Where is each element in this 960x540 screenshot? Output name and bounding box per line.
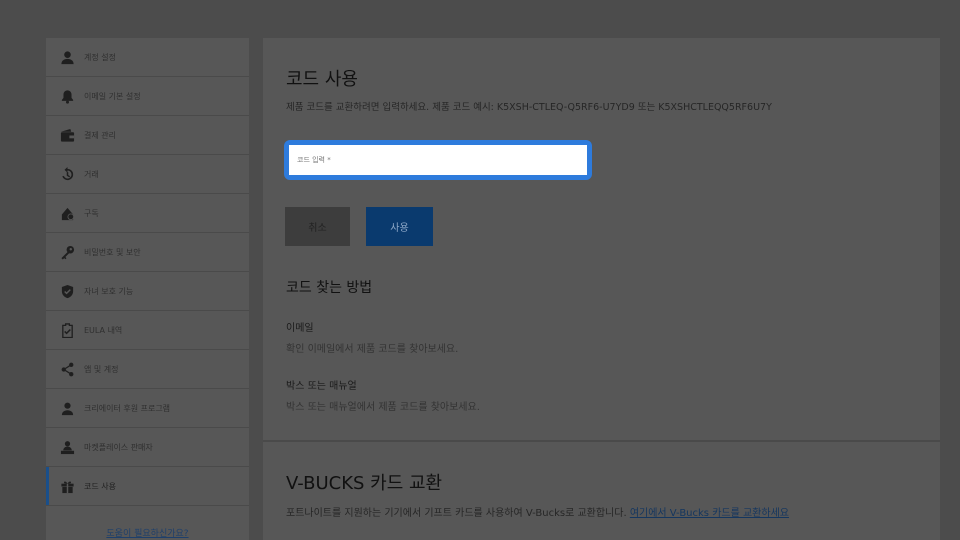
code-input[interactable]: [289, 145, 587, 175]
sidebar-item-label: 거래: [84, 169, 99, 179]
sidebar-item-subscriptions[interactable]: 구독: [46, 194, 249, 233]
share-icon: [58, 360, 76, 378]
key-icon: [58, 243, 76, 261]
person-icon: [58, 48, 76, 66]
sidebar-item-password-security[interactable]: 비밀번호 및 보안: [46, 233, 249, 272]
account-sidebar: 계정 설정 이메일 기본 설정 결제 관리 거래 구독 비밀번호 및 보안 자녀…: [46, 38, 249, 540]
vbucks-description: 포트나이트를 지원하는 기기에서 기프트 카드를 사용하여 V-Bucks로 교…: [286, 504, 789, 519]
vbucks-desc-text: 포트나이트를 지원하는 기기에서 기프트 카드를 사용하여 V-Bucks로 교…: [286, 508, 627, 519]
clipboard-check-icon: [58, 321, 76, 339]
cancel-button[interactable]: 취소: [285, 207, 350, 246]
sidebar-item-label: 크리에이터 후원 프로그램: [84, 403, 171, 413]
email-section-title: 이메일: [286, 323, 314, 334]
sidebar-item-transactions[interactable]: 거래: [46, 155, 249, 194]
sidebar-item-payment-management[interactable]: 결제 관리: [46, 116, 249, 155]
sidebar-item-label: 코드 사용: [84, 481, 116, 491]
sidebar-item-apps-accounts[interactable]: 앱 및 계정: [46, 350, 249, 389]
creator-icon: [58, 399, 76, 417]
vbucks-redeem-link[interactable]: 여기에서 V-Bucks 카드를 교환하세요: [630, 508, 789, 519]
sidebar-item-label: 구독: [84, 208, 99, 218]
sidebar-item-marketplace-seller[interactable]: 마켓플레이스 판매자: [46, 428, 249, 467]
sidebar-item-label: 앱 및 계정: [84, 364, 119, 374]
help-link[interactable]: 도움이 필요하신가요?: [46, 526, 249, 539]
seller-icon: [58, 438, 76, 456]
sidebar-item-redeem-code[interactable]: 코드 사용: [46, 467, 249, 506]
how-to-find-title: 코드 찾는 방법: [286, 280, 373, 296]
sidebar-item-label: EULA 내역: [84, 325, 123, 335]
section-divider: [263, 440, 940, 442]
sidebar-item-eula-history[interactable]: EULA 내역: [46, 311, 249, 350]
redeem-description: 제품 코드를 교환하려면 입력하세요. 제품 코드 예시: K5XSH-CTLE…: [286, 102, 772, 113]
sidebar-item-creator-program[interactable]: 크리에이터 후원 프로그램: [46, 389, 249, 428]
wallet-icon: [58, 126, 76, 144]
history-icon: [58, 165, 76, 183]
code-input-focus-ring: [284, 140, 592, 180]
sidebar-item-email-preferences[interactable]: 이메일 기본 설정: [46, 77, 249, 116]
email-section-desc: 확인 이메일에서 제품 코드를 찾아보세요.: [286, 344, 459, 355]
bell-icon: [58, 87, 76, 105]
shield-icon: [58, 282, 76, 300]
box-section-title: 박스 또는 매뉴얼: [286, 381, 357, 392]
box-section-desc: 박스 또는 매뉴얼에서 제품 코드를 찾아보세요.: [286, 402, 480, 413]
main-panel: 코드 사용 제품 코드를 교환하려면 입력하세요. 제품 코드 예시: K5XS…: [263, 38, 940, 540]
sidebar-item-parental-controls[interactable]: 자녀 보호 기능: [46, 272, 249, 311]
sidebar-item-label: 마켓플레이스 판매자: [84, 442, 153, 452]
sidebar-item-account-settings[interactable]: 계정 설정: [46, 38, 249, 77]
sidebar-item-label: 자녀 보호 기능: [84, 286, 134, 296]
subscription-icon: [58, 204, 76, 222]
vbucks-title: V-BUCKS 카드 교환: [286, 473, 443, 494]
gift-icon: [58, 477, 76, 495]
page-title: 코드 사용: [286, 69, 358, 90]
sidebar-item-label: 계정 설정: [84, 52, 116, 62]
redeem-button[interactable]: 사용: [366, 207, 433, 246]
sidebar-item-label: 결제 관리: [84, 130, 116, 140]
sidebar-item-label: 비밀번호 및 보안: [84, 247, 141, 257]
sidebar-item-label: 이메일 기본 설정: [84, 91, 141, 101]
